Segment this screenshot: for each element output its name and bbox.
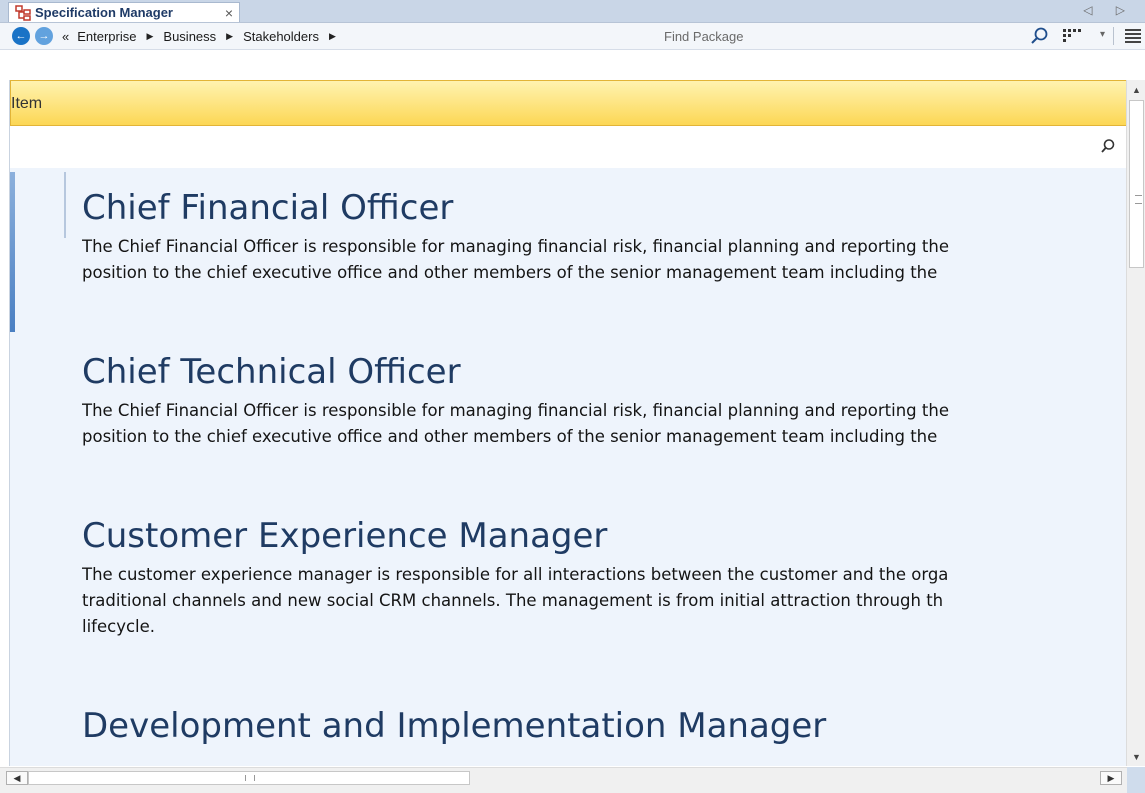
- menu-icon[interactable]: [1124, 28, 1142, 44]
- horizontal-scrollbar[interactable]: ◀ ▶: [0, 767, 1127, 788]
- close-icon[interactable]: ×: [225, 5, 233, 21]
- grip-icon: [1135, 195, 1142, 204]
- breadcrumb-separator-icon[interactable]: ▶: [329, 31, 336, 42]
- tab-scroll-arrows[interactable]: ◁ ▷: [1083, 3, 1135, 17]
- tab-bar: Specification Manager × ◁ ▷: [0, 0, 1145, 23]
- navigation-toolbar: ← → « Enterprise ▶ Business ▶ Stakeholde…: [0, 23, 1145, 50]
- list-item[interactable]: Chief Technical Officer The Chief Financ…: [82, 352, 1127, 450]
- horizontal-scroll-thumb[interactable]: [28, 771, 470, 785]
- item-notes: The customer experience manager is respo…: [82, 562, 1127, 640]
- vertical-scrollbar[interactable]: ▲ ▼: [1126, 80, 1145, 766]
- item-title: Chief Financial Officer: [82, 188, 454, 228]
- item-notes: The Chief Financial Officer is responsib…: [82, 234, 1127, 286]
- breadcrumb-separator-icon[interactable]: ▶: [146, 31, 153, 42]
- note-line: position to the chief executive office a…: [82, 427, 938, 446]
- status-strip: [0, 787, 1127, 793]
- tab-title: Specification Manager: [35, 5, 173, 20]
- note-line: The Chief Financial Officer is responsib…: [82, 401, 949, 420]
- column-header[interactable]: Item: [10, 80, 1127, 126]
- search-icon[interactable]: [1030, 26, 1050, 46]
- note-line: lifecycle.: [82, 617, 156, 636]
- list-item[interactable]: Chief Financial Officer The Chief Financ…: [82, 188, 1127, 286]
- column-header-label: Item: [11, 95, 43, 112]
- breadcrumb-separator-icon[interactable]: ▶: [226, 31, 233, 42]
- breadcrumb-stakeholders[interactable]: Stakeholders: [243, 29, 319, 44]
- focus-indicator: [64, 172, 66, 238]
- search-icon[interactable]: [1100, 138, 1116, 154]
- find-package-input[interactable]: [658, 26, 1010, 46]
- item-title: Customer Experience Manager: [82, 516, 608, 556]
- chevron-down-icon[interactable]: ▾: [1100, 29, 1105, 40]
- breadcrumb-overflow-icon[interactable]: «: [62, 29, 69, 44]
- grip-icon: [245, 775, 255, 781]
- document-view[interactable]: Chief Financial Officer The Chief Financ…: [10, 168, 1127, 766]
- scroll-left-icon[interactable]: ◀: [6, 771, 28, 785]
- item-title: Development and Implementation Manager: [82, 706, 827, 746]
- note-line: The Chief Financial Officer is responsib…: [82, 237, 949, 256]
- breadcrumb: « Enterprise ▶ Business ▶ Stakeholders ▶: [62, 29, 346, 44]
- list-item[interactable]: Development and Implementation Manager: [82, 706, 826, 746]
- vertical-scroll-thumb[interactable]: [1129, 100, 1144, 268]
- scroll-up-icon[interactable]: ▲: [1127, 80, 1145, 99]
- note-line: position to the chief executive office a…: [82, 263, 938, 282]
- item-notes: The Chief Financial Officer is responsib…: [82, 398, 1127, 450]
- breadcrumb-business[interactable]: Business: [163, 29, 216, 44]
- specification-manager-icon: [15, 4, 31, 21]
- scroll-right-icon[interactable]: ▶: [1100, 771, 1122, 785]
- list-item[interactable]: Customer Experience Manager The customer…: [82, 516, 1127, 640]
- back-icon[interactable]: ←: [12, 27, 30, 45]
- toolbar-divider: [1113, 27, 1114, 45]
- forward-icon[interactable]: →: [35, 27, 53, 45]
- scrollbar-corner: [1127, 767, 1145, 793]
- note-line: The customer experience manager is respo…: [82, 565, 949, 584]
- scroll-down-icon[interactable]: ▼: [1127, 747, 1145, 766]
- filter-row: [10, 126, 1127, 168]
- specification-content: Item Chief Financial Officer The Chief F…: [9, 80, 1127, 766]
- note-line: traditional channels and new social CRM …: [82, 591, 944, 610]
- tab-specification-manager[interactable]: Specification Manager ×: [8, 2, 240, 22]
- view-options-icon[interactable]: [1062, 28, 1084, 44]
- breadcrumb-enterprise[interactable]: Enterprise: [77, 29, 136, 44]
- item-title: Chief Technical Officer: [82, 352, 461, 392]
- selection-marker: [10, 172, 15, 332]
